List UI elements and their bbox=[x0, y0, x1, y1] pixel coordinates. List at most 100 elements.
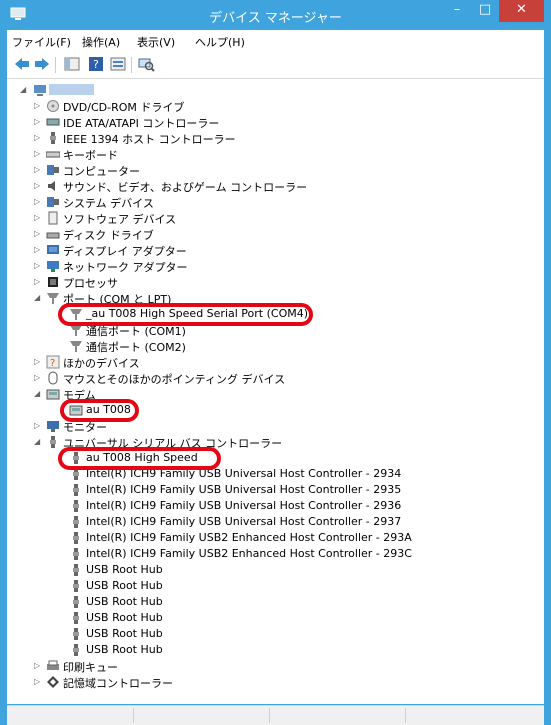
show-hide-console-icon[interactable] bbox=[63, 56, 81, 72]
back-arrow-icon[interactable] bbox=[13, 56, 31, 72]
device-tree[interactable]: ◢ ▷ DVD/CD-ROM ドライブ ▷ IDE ATA/ATAPI コントロ… bbox=[7, 79, 544, 704]
toolbar-separator bbox=[55, 57, 56, 73]
tree-item-label: Intel(R) ICH9 Family USB2 Enhanced Host … bbox=[86, 547, 412, 560]
svg-text:?: ? bbox=[93, 58, 99, 71]
svg-text:?: ? bbox=[50, 358, 55, 369]
dvd-drive-icon bbox=[47, 100, 59, 112]
usb-icon bbox=[73, 484, 79, 496]
usb-icon bbox=[73, 548, 79, 560]
tree-item-label: USB Root Hub bbox=[86, 627, 163, 640]
tree-item-label: ほかのデバイス bbox=[63, 357, 140, 370]
tree-item-label: サウンド、ビデオ、およびゲーム コントローラー bbox=[63, 181, 308, 194]
tree-item-label: ディスプレイ アダプター bbox=[63, 245, 187, 258]
collapse-arrow-icon[interactable]: ◢ bbox=[34, 290, 44, 306]
collapse-arrow-icon[interactable]: ◢ bbox=[34, 434, 44, 450]
storage-controller-icon bbox=[47, 676, 59, 688]
menu-action[interactable]: 操作(A) bbox=[82, 34, 120, 50]
close-button[interactable]: ✕ bbox=[499, 0, 544, 22]
keyboard-icon bbox=[46, 151, 60, 158]
scan-hardware-icon[interactable] bbox=[137, 56, 155, 72]
tree-item-label: プロセッサ bbox=[63, 277, 118, 290]
disk-drive-icon bbox=[46, 232, 60, 239]
tree-item-label: 印刷キュー bbox=[63, 661, 118, 674]
tree-root[interactable]: ◢ bbox=[20, 82, 220, 98]
menu-help[interactable]: ヘルプ(H) bbox=[195, 34, 245, 50]
highlight-port-au bbox=[58, 303, 313, 326]
usb-icon bbox=[73, 532, 79, 544]
toolbar: ? bbox=[7, 52, 544, 79]
network-adapter-icon bbox=[47, 261, 59, 272]
status-separator bbox=[133, 708, 134, 723]
menu-bar: ファイル(F) 操作(A) 表示(V) ヘルプ(H) bbox=[7, 30, 544, 52]
tree-item-label: Intel(R) ICH9 Family USB Universal Host … bbox=[86, 515, 402, 528]
forward-arrow-icon[interactable] bbox=[33, 56, 51, 72]
title-bar[interactable]: デバイス マネージャー – □ ✕ bbox=[0, 0, 551, 30]
minimize-button[interactable]: – bbox=[443, 0, 471, 22]
tree-item-label: IDE ATA/ATAPI コントローラー bbox=[63, 117, 220, 130]
expand-arrow-icon[interactable]: ▷ bbox=[34, 210, 44, 226]
expand-arrow-icon[interactable]: ▷ bbox=[34, 194, 44, 210]
ide-controller-icon bbox=[46, 118, 60, 126]
tree-item-label: ソフトウェア デバイス bbox=[63, 213, 177, 226]
toolbar-separator bbox=[131, 57, 132, 73]
expand-arrow-icon[interactable]: ▷ bbox=[34, 162, 44, 178]
tree-item-label: IEEE 1394 ホスト コントローラー bbox=[63, 133, 236, 146]
expand-arrow-icon[interactable]: ▷ bbox=[34, 274, 44, 290]
ieee1394-icon bbox=[50, 132, 56, 144]
computer-icon bbox=[47, 165, 59, 175]
expand-arrow-icon[interactable]: ▷ bbox=[34, 242, 44, 258]
status-bar bbox=[7, 705, 544, 725]
menu-view[interactable]: 表示(V) bbox=[137, 34, 175, 50]
computer-icon bbox=[34, 85, 46, 96]
expand-arrow-icon[interactable]: ▷ bbox=[34, 370, 44, 386]
status-separator bbox=[269, 708, 270, 723]
expand-arrow-icon[interactable]: ▷ bbox=[34, 226, 44, 242]
usb-icon bbox=[50, 436, 56, 448]
tree-item-label: USB Root Hub bbox=[86, 563, 163, 576]
tree-item-label: USB Root Hub bbox=[86, 579, 163, 592]
maximize-button[interactable]: □ bbox=[471, 0, 499, 22]
highlight-usb-au bbox=[58, 447, 221, 470]
tree-item-label: システム デバイス bbox=[63, 197, 154, 210]
collapse-arrow-icon[interactable]: ◢ bbox=[20, 82, 30, 98]
properties-icon[interactable] bbox=[109, 56, 127, 72]
usb-icon bbox=[73, 628, 79, 640]
tree-item-label: ネットワーク アダプター bbox=[63, 261, 188, 274]
port-icon bbox=[70, 341, 82, 352]
usb-icon bbox=[73, 580, 79, 592]
software-device-icon bbox=[48, 211, 58, 225]
usb-icon bbox=[73, 596, 79, 608]
expand-arrow-icon[interactable]: ▷ bbox=[34, 130, 44, 146]
modem-icon bbox=[46, 389, 60, 400]
tree-item-label: ディスク ドライブ bbox=[63, 229, 154, 242]
menu-file[interactable]: ファイル(F) bbox=[12, 34, 71, 50]
tree-item-label: Intel(R) ICH9 Family USB Universal Host … bbox=[86, 483, 402, 496]
speaker-icon bbox=[48, 181, 55, 191]
tree-item-label: 通信ポート (COM2) bbox=[86, 341, 186, 354]
computer-name-redacted bbox=[49, 84, 94, 95]
usb-icon bbox=[73, 516, 79, 528]
tree-item-label: USB Root Hub bbox=[86, 611, 163, 624]
expand-arrow-icon[interactable]: ▷ bbox=[34, 674, 44, 690]
expand-arrow-icon[interactable]: ▷ bbox=[34, 258, 44, 274]
expand-arrow-icon[interactable]: ▷ bbox=[34, 146, 44, 162]
usb-icon bbox=[73, 612, 79, 624]
collapse-arrow-icon[interactable]: ◢ bbox=[34, 386, 44, 402]
expand-arrow-icon[interactable]: ▷ bbox=[34, 418, 44, 434]
expand-arrow-icon[interactable]: ▷ bbox=[34, 354, 44, 370]
tree-item-label: コンピューター bbox=[63, 165, 140, 178]
printer-icon bbox=[47, 660, 59, 670]
expand-arrow-icon[interactable]: ▷ bbox=[34, 178, 44, 194]
expand-arrow-icon[interactable]: ▷ bbox=[34, 658, 44, 674]
expand-arrow-icon[interactable]: ▷ bbox=[34, 98, 44, 114]
tree-item-label: USB Root Hub bbox=[86, 643, 163, 656]
help-icon[interactable]: ? bbox=[87, 56, 105, 72]
usb-icon bbox=[73, 500, 79, 512]
device-manager-window: デバイス マネージャー – □ ✕ ファイル(F) 操作(A) 表示(V) ヘル… bbox=[0, 0, 551, 725]
expand-arrow-icon[interactable]: ▷ bbox=[34, 114, 44, 130]
processor-icon bbox=[48, 277, 58, 287]
display-adapter-icon bbox=[47, 245, 59, 254]
tree-item-label: マウスとそのほかのポインティング デバイス bbox=[63, 373, 286, 386]
status-separator bbox=[405, 708, 406, 723]
monitor-icon bbox=[47, 421, 59, 432]
